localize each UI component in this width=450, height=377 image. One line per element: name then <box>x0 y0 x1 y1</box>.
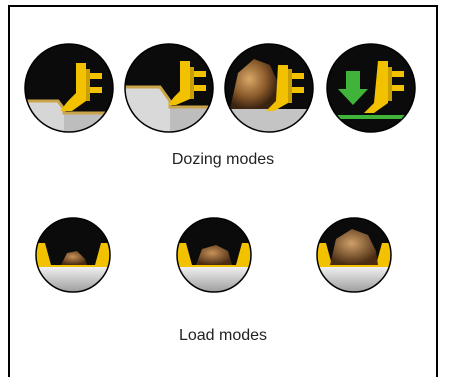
dozing-mode-rock-icon[interactable] <box>224 43 314 133</box>
load-mode-medium-icon[interactable] <box>176 217 252 293</box>
load-mode-large-icon[interactable] <box>316 217 392 293</box>
modes-panel: Dozing modes Load modes <box>8 5 438 377</box>
dozing-mode-arrow-icon[interactable] <box>326 43 416 133</box>
dozing-mode-2-icon[interactable] <box>124 43 214 133</box>
load-mode-small-icon[interactable] <box>35 217 111 293</box>
load-modes-caption: Load modes <box>178 327 268 344</box>
dozing-modes-caption: Dozing modes <box>171 151 275 168</box>
dozing-mode-1-icon[interactable] <box>24 43 114 133</box>
